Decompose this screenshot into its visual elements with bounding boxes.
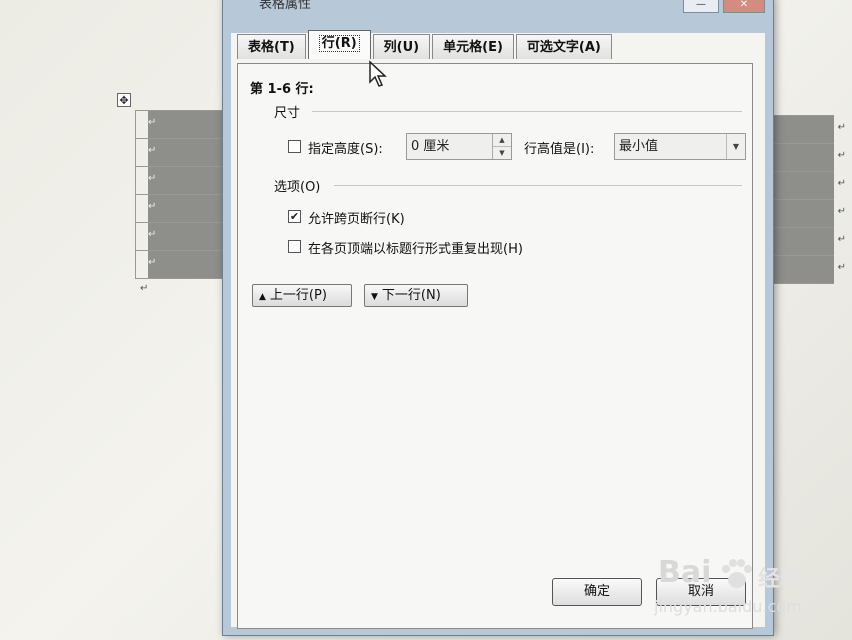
window-controls: — ✕ (683, 0, 765, 13)
tab-column[interactable]: 列(U) (372, 34, 431, 59)
table-row[interactable]: ↵ (772, 255, 846, 284)
section-divider (312, 111, 742, 112)
table-row[interactable]: ↵ (772, 199, 846, 227)
allow-break-label: 允许跨页断行(K) (308, 212, 405, 227)
watermark-brand: 经验 (758, 567, 803, 592)
next-row-button[interactable]: ▼ 下一行(N) (364, 284, 468, 307)
previous-row-label: 上一行(P) (269, 288, 327, 303)
paragraph-mark-icon: ↵ (837, 206, 846, 217)
tab-bar: 表格(T) 行(R) 列(U) 单元格(E) 可选文字(A) (237, 30, 614, 59)
baidu-jingyan-watermark: Bai 经验 jingyan.baidu.com (640, 555, 840, 630)
table-move-handle[interactable]: ✥ (117, 93, 131, 107)
paragraph-mark-icon: ↵ (148, 257, 157, 268)
row-height-is-select[interactable]: 最小值 ▼ (614, 133, 746, 160)
size-section-heading: 尺寸 (274, 106, 301, 121)
table-row[interactable]: ↵ (135, 138, 223, 166)
tab-row[interactable]: 行(R) (307, 30, 371, 59)
next-row-label: 下一行(N) (381, 288, 441, 303)
table-row[interactable]: ↵ (135, 166, 223, 194)
dialog-title: 表格属性 (259, 0, 312, 12)
paragraph-mark-icon: ↵ (837, 122, 846, 133)
paragraph-mark-icon: ↵ (837, 150, 846, 161)
paragraph-mark-icon: ↵ (148, 117, 157, 128)
spin-down-icon[interactable]: ▼ (493, 147, 511, 159)
chevron-down-icon[interactable]: ▼ (726, 134, 745, 159)
tab-cell[interactable]: 单元格(E) (432, 34, 514, 59)
minimize-button[interactable]: — (683, 0, 719, 13)
rows-label: 第 1-6 行: (250, 82, 314, 97)
paragraph-mark-icon: ↵ (148, 229, 157, 240)
table-row[interactable]: ↵ (135, 250, 223, 279)
previous-row-button[interactable]: ▲ 上一行(P) (252, 284, 352, 307)
table-row[interactable]: ↵ (772, 115, 846, 143)
table-row[interactable]: ↵ (135, 194, 223, 222)
options-section-heading: 选项(O) (274, 180, 321, 195)
close-button[interactable]: ✕ (723, 0, 765, 13)
height-stepper[interactable]: 0 厘米 ▲ ▼ (406, 133, 512, 160)
ok-button[interactable]: 确定 (552, 578, 642, 606)
paragraph-mark-icon: ↵ (140, 283, 149, 294)
tab-table[interactable]: 表格(T) (237, 34, 306, 59)
table-row[interactable]: ↵ (135, 222, 223, 250)
paragraph-mark-icon: ↵ (148, 173, 157, 184)
paragraph-mark-icon: ↵ (148, 145, 157, 156)
repeat-header-checkbox[interactable] (288, 240, 301, 253)
spin-up-icon[interactable]: ▲ (493, 134, 511, 147)
specify-height-label: 指定高度(S): (308, 142, 383, 157)
left-table: ↵ ↵ ↵ ↵ ↵ ↵ (135, 110, 223, 279)
specify-height-checkbox[interactable] (288, 140, 301, 153)
allow-break-checkbox[interactable]: ✔ (288, 210, 301, 223)
height-value: 0 厘米 (411, 139, 450, 154)
row-height-is-value: 最小值 (619, 139, 659, 154)
section-divider (334, 185, 742, 186)
right-table: ↵ ↵ ↵ ↵ ↵ ↵ (772, 115, 846, 284)
tab-alt-text[interactable]: 可选文字(A) (515, 34, 612, 59)
row-height-is-label: 行高值是(I): (524, 142, 595, 157)
paw-icon (722, 559, 752, 588)
triangle-up-icon: ▲ (259, 292, 266, 302)
repeat-header-label: 在各页顶端以标题行形式重复出现(H) (308, 242, 523, 257)
watermark-logo: Bai (658, 555, 712, 590)
table-row[interactable]: ↵ (135, 110, 223, 138)
row-tab-panel: 第 1-6 行: 尺寸 指定高度(S): 0 厘米 ▲ ▼ 行高值是(I): 最… (237, 63, 753, 629)
paragraph-mark-icon: ↵ (837, 262, 846, 273)
paragraph-mark-icon: ↵ (148, 201, 157, 212)
tab-row-label: 行(R) (318, 35, 360, 52)
paragraph-mark-icon: ↵ (837, 178, 846, 189)
paragraph-mark-icon: ↵ (837, 234, 846, 245)
watermark-url: jingyan.baidu.com (654, 597, 802, 616)
table-properties-dialog: 表格属性 — ✕ 表格(T) 行(R) 列(U) 单元格(E) 可选文字(A) … (222, 0, 774, 636)
mouse-cursor-icon (369, 60, 387, 87)
triangle-down-icon: ▼ (371, 292, 378, 302)
table-row[interactable]: ↵ (772, 227, 846, 255)
height-spinner[interactable]: ▲ ▼ (492, 134, 511, 159)
table-row[interactable]: ↵ (772, 171, 846, 199)
table-row[interactable]: ↵ (772, 143, 846, 171)
